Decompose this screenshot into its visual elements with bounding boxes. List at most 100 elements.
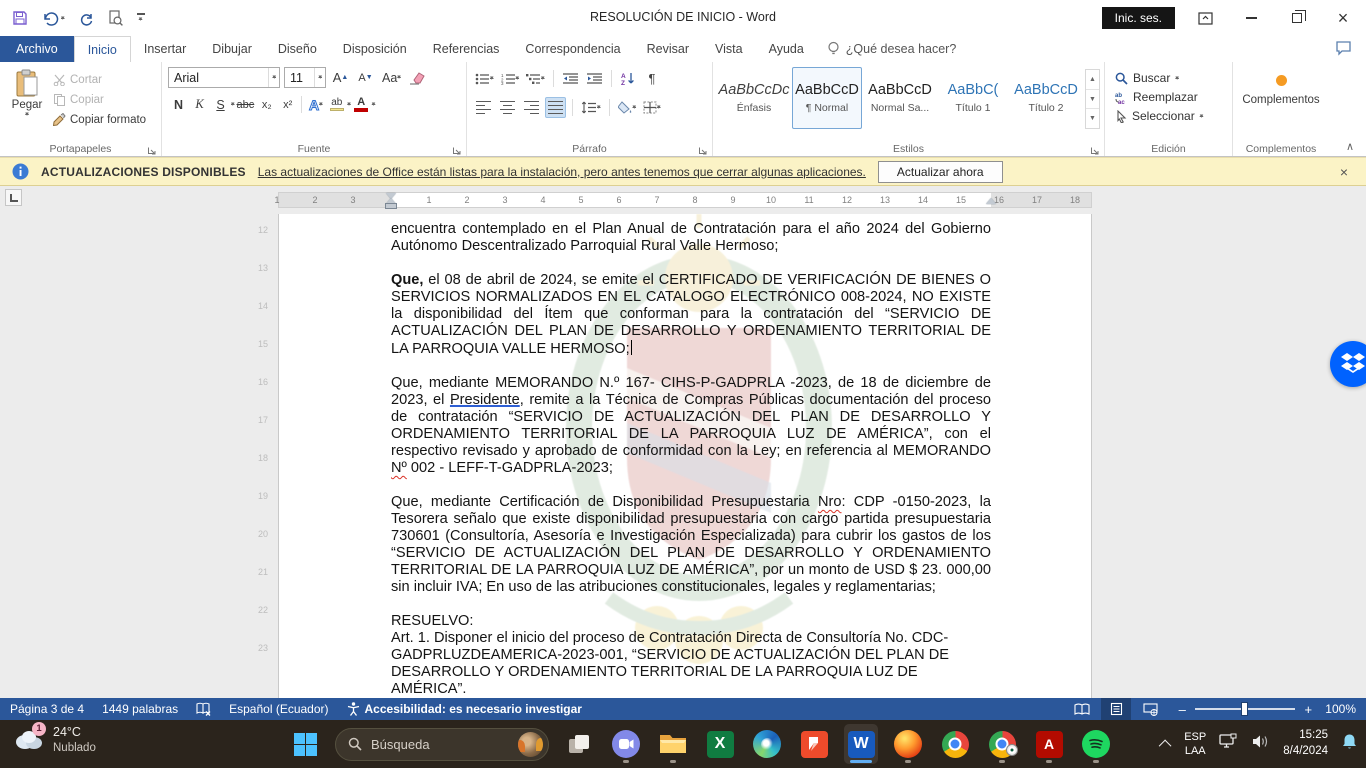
redo-icon[interactable] bbox=[79, 11, 94, 26]
print-preview-icon[interactable] bbox=[108, 10, 123, 26]
align-right-button[interactable] bbox=[521, 97, 542, 118]
text-effects-button[interactable]: A▾ bbox=[305, 94, 326, 115]
change-case-button[interactable]: Aa▾ bbox=[380, 67, 403, 88]
notice-link[interactable]: Las actualizaciones de Office están list… bbox=[258, 165, 866, 179]
dialog-launcher-icon[interactable] bbox=[1090, 143, 1101, 154]
collapse-ribbon-icon[interactable]: ∧ bbox=[1346, 140, 1354, 153]
word-count[interactable]: 1449 palabras bbox=[93, 702, 187, 716]
format-painter-button[interactable]: Copiar formato bbox=[50, 111, 149, 128]
left-indent-marker[interactable] bbox=[386, 204, 396, 208]
zoom-out-icon[interactable]: – bbox=[1177, 703, 1187, 716]
sign-in-button[interactable]: Inic. ses. bbox=[1102, 7, 1175, 29]
paste-button[interactable]: Pegar ▾ bbox=[4, 65, 50, 128]
taskbar-excel[interactable]: X bbox=[703, 724, 737, 764]
document-paragraph[interactable]: Que, mediante Certificación de Disponibi… bbox=[391, 494, 991, 596]
font-size-select[interactable]: 11 ▾ bbox=[284, 67, 326, 88]
taskbar-spotify[interactable] bbox=[1079, 724, 1113, 764]
tab-inicio[interactable]: Inicio bbox=[74, 36, 131, 62]
find-button[interactable]: Buscar ▾ bbox=[1115, 71, 1222, 85]
font-family-select[interactable]: Arial ▾ bbox=[168, 67, 280, 88]
web-layout-button[interactable] bbox=[1135, 698, 1165, 720]
notice-close-icon[interactable]: × bbox=[1334, 164, 1354, 180]
replace-button[interactable]: abac Reemplazar bbox=[1115, 90, 1222, 104]
style-chip-h2[interactable]: AaBbCcDTítulo 2 bbox=[1011, 67, 1081, 129]
tab-diseno[interactable]: Diseño bbox=[265, 36, 330, 62]
taskbar-acrobat[interactable]: A bbox=[1032, 724, 1066, 764]
style-chip-plain[interactable]: AaBbCcDNormal Sa... bbox=[865, 67, 935, 129]
tab-disposicion[interactable]: Disposición bbox=[330, 36, 420, 62]
taskbar-nitro-pdf[interactable] bbox=[797, 724, 831, 764]
strikethrough-button[interactable]: abc bbox=[235, 94, 257, 115]
style-chip-h1[interactable]: AaBbC(Título 1 bbox=[938, 67, 1008, 129]
bold-button[interactable]: N bbox=[168, 94, 189, 115]
highlight-button[interactable]: ab bbox=[326, 94, 347, 115]
shading-button[interactable]: ▾ bbox=[616, 97, 639, 118]
task-view-button[interactable] bbox=[562, 724, 596, 764]
zoom-handle[interactable] bbox=[1241, 702, 1248, 716]
tab-vista[interactable]: Vista bbox=[702, 36, 756, 62]
bullets-button[interactable]: ▾ bbox=[473, 68, 496, 89]
start-button[interactable] bbox=[288, 724, 322, 764]
taskbar-firefox[interactable] bbox=[891, 724, 925, 764]
dropdown-caret[interactable]: ▾ bbox=[231, 101, 235, 108]
dropdown-caret[interactable]: ▾ bbox=[372, 101, 376, 108]
superscript-button[interactable]: x² bbox=[277, 94, 298, 115]
minimize-button[interactable] bbox=[1228, 0, 1274, 36]
tab-ayuda[interactable]: Ayuda bbox=[756, 36, 817, 62]
multilevel-list-button[interactable]: ▾ bbox=[524, 68, 547, 89]
dropdown-caret[interactable]: ▾ bbox=[61, 15, 65, 22]
horizontal-ruler[interactable]: 321123456789101112131415161718 bbox=[278, 192, 1092, 208]
feedback-icon[interactable] bbox=[1335, 40, 1352, 59]
taskbar-edge[interactable] bbox=[750, 724, 784, 764]
search-highlight-image[interactable] bbox=[518, 732, 543, 757]
weather-widget[interactable]: 1 24°C Nublado bbox=[12, 725, 96, 755]
read-mode-button[interactable] bbox=[1067, 698, 1097, 720]
align-center-button[interactable] bbox=[497, 97, 518, 118]
zoom-slider[interactable]: – + bbox=[1177, 703, 1313, 716]
font-color-button[interactable]: A bbox=[351, 94, 372, 115]
tab-correspondencia[interactable]: Correspondencia bbox=[512, 36, 633, 62]
align-left-button[interactable] bbox=[473, 97, 494, 118]
language-indicator[interactable]: Español (Ecuador) bbox=[220, 702, 337, 716]
style-chip-normal[interactable]: AaBbCcD¶ Normal bbox=[792, 67, 862, 129]
volume-icon[interactable] bbox=[1252, 734, 1270, 754]
italic-button[interactable]: K bbox=[189, 94, 210, 115]
styles-more-icon[interactable]: ▼ bbox=[1086, 109, 1099, 128]
document-paragraph[interactable]: encuentra contemplado en el Plan Anual d… bbox=[391, 221, 991, 255]
justify-button[interactable] bbox=[545, 97, 566, 118]
close-button[interactable]: × bbox=[1320, 0, 1366, 36]
save-icon[interactable] bbox=[12, 10, 28, 26]
proofing-error-icon[interactable] bbox=[187, 702, 220, 716]
page-indicator[interactable]: Página 3 de 4 bbox=[10, 702, 93, 716]
taskbar-teams-chat[interactable] bbox=[609, 724, 643, 764]
decrease-indent-button[interactable] bbox=[560, 68, 581, 89]
notification-bell-icon[interactable] bbox=[1341, 733, 1358, 755]
dialog-launcher-icon[interactable] bbox=[452, 143, 463, 154]
cut-button[interactable]: Cortar bbox=[50, 71, 149, 88]
styles-scrollbar[interactable]: ▲ ▼ ▼ bbox=[1085, 69, 1100, 129]
hidden-icons-chevron[interactable] bbox=[1159, 739, 1172, 752]
network-icon[interactable] bbox=[1219, 733, 1239, 755]
document-paragraph[interactable]: RESUELVO: bbox=[391, 613, 991, 630]
document-text[interactable]: encuentra contemplado en el Plan Anual d… bbox=[391, 221, 991, 698]
taskbar-file-explorer[interactable] bbox=[656, 724, 690, 764]
tab-archivo[interactable]: Archivo bbox=[0, 36, 74, 62]
taskbar-chrome[interactable] bbox=[938, 724, 972, 764]
document-paragraph[interactable]: Que, el 08 de abril de 2024, se emite el… bbox=[391, 272, 991, 358]
taskbar-chrome-profile[interactable] bbox=[985, 724, 1019, 764]
subscript-button[interactable]: x₂ bbox=[256, 94, 277, 115]
numbering-button[interactable]: 123 ▾ bbox=[499, 68, 522, 89]
document-paragraph[interactable]: Art. 1. Disponer el inicio del proceso d… bbox=[391, 630, 991, 698]
underline-button[interactable]: S bbox=[210, 94, 231, 115]
select-button[interactable]: Seleccionar ▾ bbox=[1115, 109, 1222, 123]
clear-formatting-button[interactable] bbox=[407, 67, 428, 88]
tab-referencias[interactable]: Referencias bbox=[420, 36, 513, 62]
undo-icon[interactable]: ▾ bbox=[42, 11, 65, 26]
language-switcher[interactable]: ESP LAA bbox=[1184, 730, 1206, 759]
ribbon-display-options-icon[interactable] bbox=[1182, 0, 1228, 36]
dialog-launcher-icon[interactable] bbox=[147, 143, 158, 154]
shrink-font-button[interactable]: A▼ bbox=[355, 67, 376, 88]
taskbar-search[interactable]: Búsqueda bbox=[335, 728, 549, 761]
styles-scroll-up-icon[interactable]: ▲ bbox=[1086, 70, 1099, 90]
taskbar-word[interactable]: W bbox=[844, 724, 878, 764]
